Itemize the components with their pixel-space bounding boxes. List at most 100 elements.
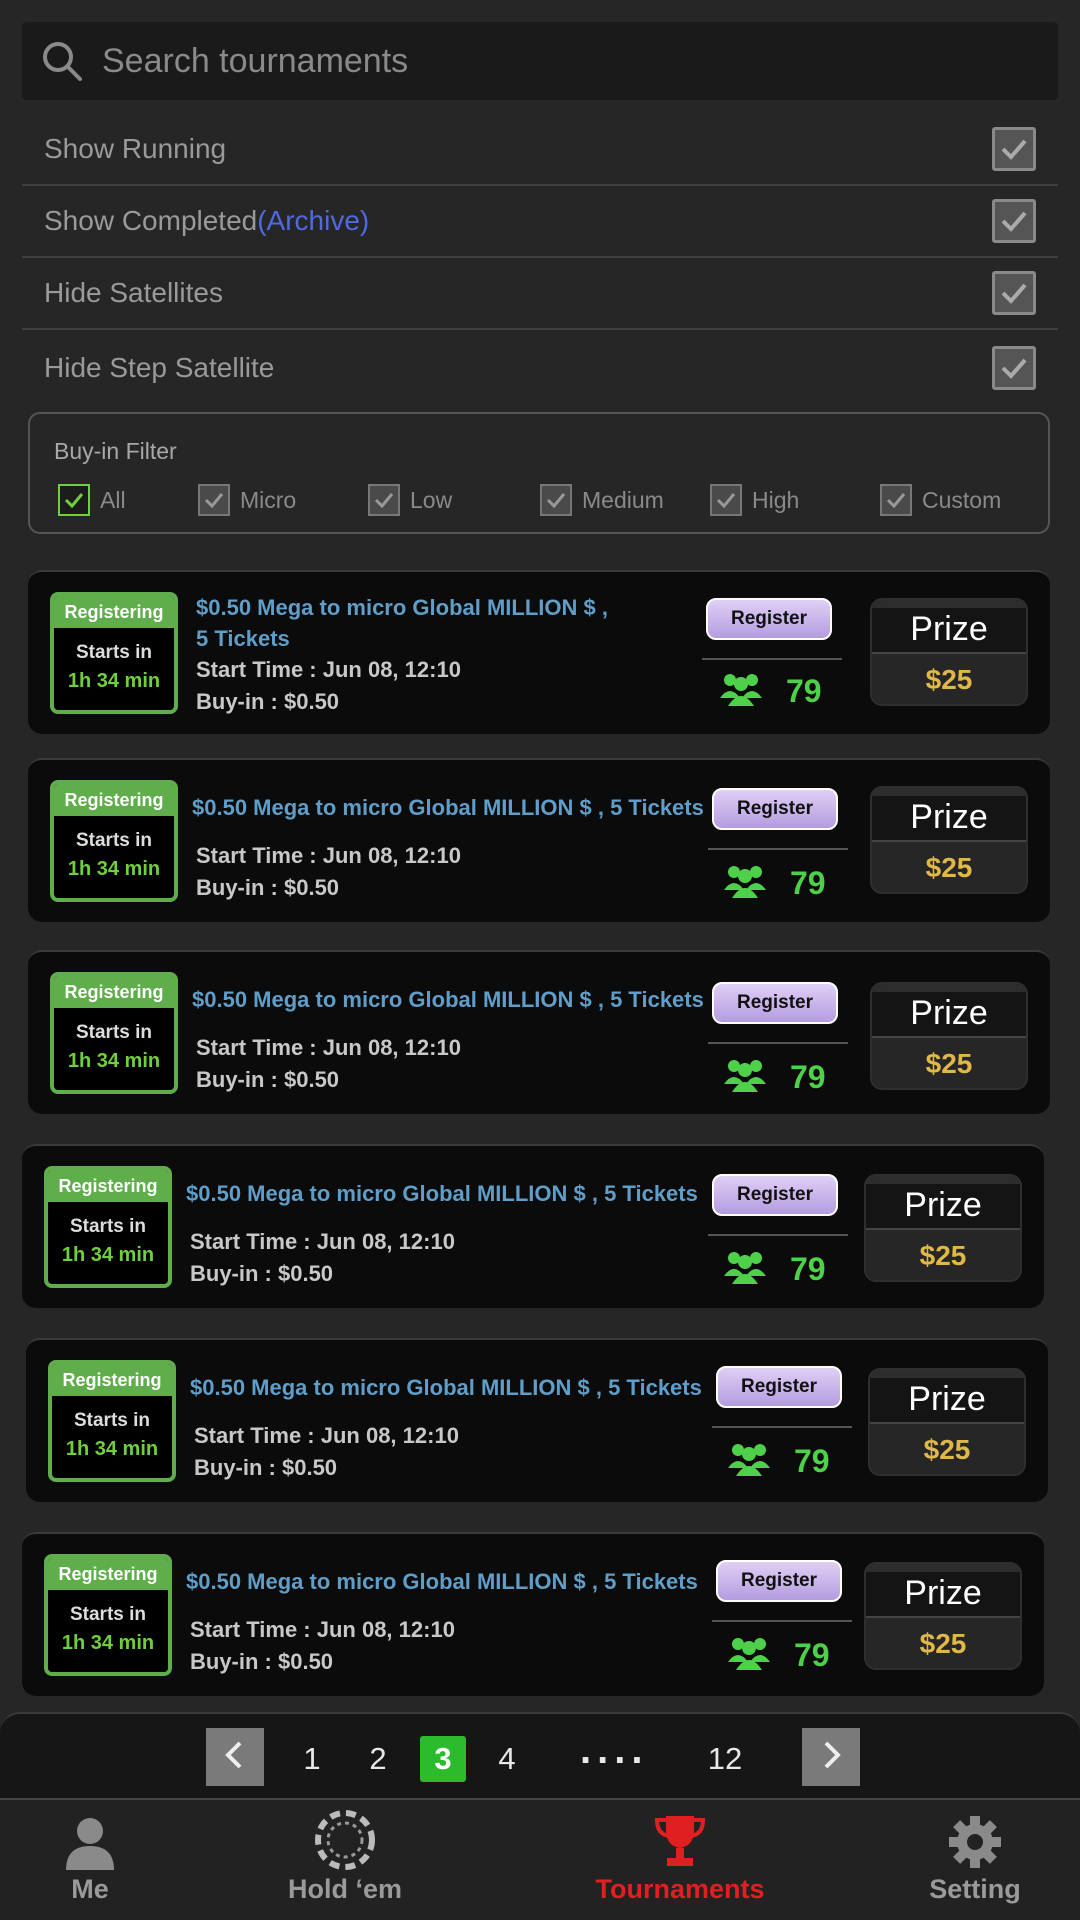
checkbox[interactable] — [58, 484, 90, 516]
buyin-filter-panel: Buy-in Filter All Micro Low Medium High … — [28, 412, 1050, 534]
prize-box[interactable]: Prize $25 — [870, 598, 1028, 706]
checkbox[interactable] — [540, 484, 572, 516]
player-count-value: 79 — [790, 1251, 826, 1287]
hide-step-satellite-checkbox[interactable] — [992, 346, 1036, 390]
buyin-option-medium[interactable]: Medium — [540, 484, 664, 516]
player-count: 79 — [724, 1058, 826, 1097]
users-icon — [724, 1250, 766, 1289]
prize-box[interactable]: Prize $25 — [870, 982, 1028, 1090]
tournament-name: $0.50 Mega to micro Global MILLION $ , 5… — [190, 1375, 702, 1400]
tournament-card[interactable]: Registering Starts in 1h 34 min $0.50 Me… — [28, 950, 1050, 1114]
chevron-right-icon — [818, 1740, 844, 1775]
prize-label: Prize — [872, 984, 1026, 1038]
filter-show-running[interactable]: Show Running — [22, 114, 1058, 186]
users-icon — [728, 1442, 770, 1481]
buyin-amount: Buy-in : $0.50 — [190, 1649, 334, 1674]
register-button[interactable]: Register — [706, 598, 832, 640]
pagination-ellipsis: .... — [580, 1728, 649, 1772]
start-time: Start Time : Jun 08, 12:10 — [194, 1423, 459, 1448]
prize-label: Prize — [872, 788, 1026, 842]
starts-in-time: 1h 34 min — [67, 1050, 161, 1072]
tournament-name-line1: $0.50 Mega to micro Global MILLION $ , — [196, 595, 608, 620]
bottom-tab-bar: Me Hold ‘em Tournaments Setting — [0, 1798, 1080, 1920]
register-button[interactable]: Register — [712, 1174, 838, 1216]
starts-in-time: 1h 34 min — [65, 1438, 159, 1460]
tournament-name: $0.50 Mega to micro Global MILLION $ , 5… — [192, 795, 704, 820]
divider — [708, 848, 848, 850]
buyin-option-custom[interactable]: Custom — [880, 484, 1001, 516]
divider — [712, 1426, 852, 1428]
prize-box[interactable]: Prize $25 — [864, 1562, 1022, 1670]
checkbox[interactable] — [368, 484, 400, 516]
status-badge: Registering Starts in 1h 34 min — [50, 972, 178, 1094]
search-bar[interactable] — [22, 22, 1058, 100]
starts-in-label: Starts in — [75, 830, 153, 851]
buyin-amount: Buy-in : $0.50 — [190, 1261, 334, 1286]
tournament-card[interactable]: Registering Starts in 1h 34 min $0.50 Me… — [22, 1144, 1044, 1308]
register-button[interactable]: Register — [712, 788, 838, 830]
status-label: Registering — [48, 1558, 168, 1590]
prize-amount: $25 — [870, 1424, 1024, 1474]
search-input[interactable] — [102, 41, 1002, 81]
users-icon — [720, 672, 762, 711]
register-button[interactable]: Register — [712, 982, 838, 1024]
prize-box[interactable]: Prize $25 — [868, 1368, 1026, 1476]
page-4[interactable]: 4 — [484, 1736, 530, 1782]
filter-label: Show Running — [44, 133, 227, 164]
tab-hold-em[interactable]: Hold ‘em — [270, 1800, 420, 1920]
page-12[interactable]: 12 — [700, 1736, 750, 1782]
next-page-button[interactable] — [802, 1728, 860, 1786]
prize-box[interactable]: Prize $25 — [870, 786, 1028, 894]
status-label: Registering — [54, 976, 174, 1008]
tournament-card[interactable]: Registering Starts in 1h 34 min $0.50 Me… — [28, 758, 1050, 922]
register-button[interactable]: Register — [716, 1560, 842, 1602]
show-completed-checkbox[interactable] — [992, 199, 1036, 243]
filter-hide-satellites[interactable]: Hide Satellites — [22, 258, 1058, 330]
status-badge: Registering Starts in 1h 34 min — [48, 1360, 176, 1482]
chevron-left-icon — [222, 1740, 248, 1775]
starts-in-label: Starts in — [69, 1216, 147, 1237]
buyin-option-high[interactable]: High — [710, 484, 799, 516]
checkbox[interactable] — [710, 484, 742, 516]
page-2[interactable]: 2 — [355, 1736, 401, 1782]
page-1[interactable]: 1 — [289, 1736, 335, 1782]
player-count-value: 79 — [786, 673, 822, 709]
tab-setting[interactable]: Setting — [915, 1800, 1035, 1920]
page-3-current[interactable]: 3 — [420, 1736, 466, 1782]
tournament-card[interactable]: Registering Starts in 1h 34 min $0.50 Me… — [22, 1532, 1044, 1696]
tab-label: Hold ‘em — [287, 1874, 402, 1904]
player-count-value: 79 — [794, 1443, 830, 1479]
tab-label: Tournaments — [595, 1874, 765, 1904]
divider — [708, 1234, 848, 1236]
tab-tournaments[interactable]: Tournaments — [580, 1800, 780, 1920]
checkbox[interactable] — [198, 484, 230, 516]
filter-show-completed[interactable]: Show Completed(Archive) — [22, 186, 1058, 258]
buyin-option-low[interactable]: Low — [368, 484, 452, 516]
status-label: Registering — [54, 596, 174, 628]
tournament-card[interactable]: Registering Starts in 1h 34 min $0.50 Me… — [28, 570, 1050, 734]
prev-page-button[interactable] — [206, 1728, 264, 1786]
prize-label: Prize — [870, 1370, 1024, 1424]
hide-satellites-checkbox[interactable] — [992, 271, 1036, 315]
archive-link[interactable]: (Archive) — [257, 205, 369, 236]
status-label: Registering — [52, 1364, 172, 1396]
starts-in-time: 1h 34 min — [61, 1244, 155, 1266]
register-button[interactable]: Register — [716, 1366, 842, 1408]
show-running-checkbox[interactable] — [992, 127, 1036, 171]
starts-in-time: 1h 34 min — [67, 670, 161, 692]
buyin-option-micro[interactable]: Micro — [198, 484, 296, 516]
buyin-amount: Buy-in : $0.50 — [196, 1067, 340, 1092]
gear-icon — [947, 1800, 1003, 1870]
option-label: All — [100, 486, 126, 513]
prize-box[interactable]: Prize $25 — [864, 1174, 1022, 1282]
filter-hide-step-satellite[interactable]: Hide Step Satellite — [22, 332, 1058, 404]
start-time: Start Time : Jun 08, 12:10 — [190, 1229, 455, 1254]
option-label: Low — [410, 486, 453, 513]
player-count-value: 79 — [794, 1637, 830, 1673]
buyin-option-all[interactable]: All — [58, 484, 126, 516]
tab-me[interactable]: Me — [40, 1800, 140, 1920]
tournament-card[interactable]: Registering Starts in 1h 34 min $0.50 Me… — [26, 1338, 1048, 1502]
status-badge: Registering Starts in 1h 34 min — [44, 1166, 172, 1288]
buyin-amount: Buy-in : $0.50 — [194, 1455, 338, 1480]
checkbox[interactable] — [880, 484, 912, 516]
